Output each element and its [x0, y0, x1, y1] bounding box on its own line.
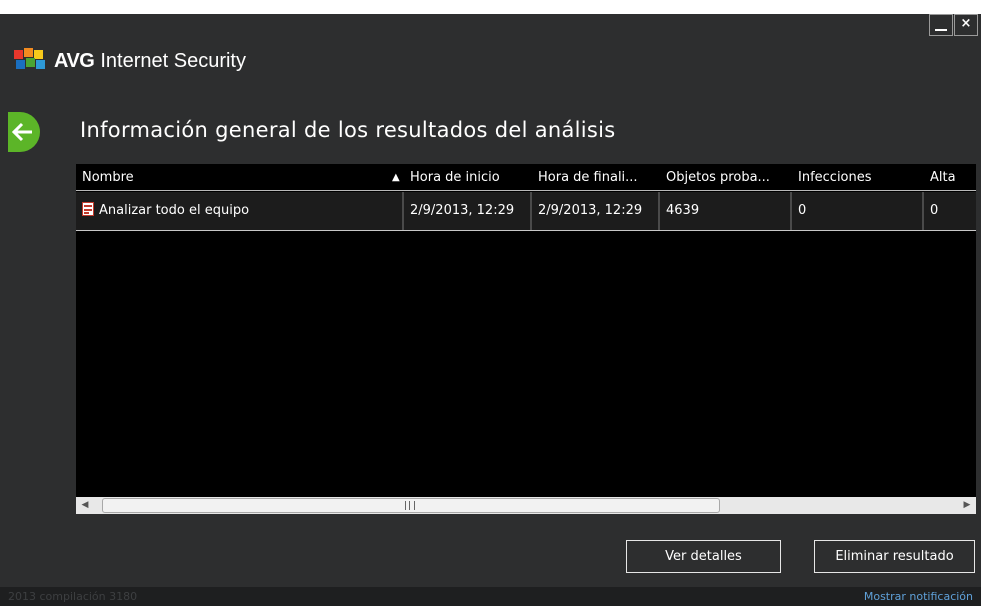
back-arrow-icon: [12, 122, 32, 142]
minimize-icon: [935, 29, 947, 31]
cell-name: Analizar todo el equipo: [76, 192, 404, 230]
minimize-button[interactable]: [929, 14, 953, 36]
sort-ascending-icon: ▲: [392, 172, 400, 183]
build-info: 2013 compilación 3180: [8, 590, 138, 603]
view-details-button[interactable]: Ver detalles: [626, 540, 781, 573]
column-label: Nombre: [82, 170, 134, 185]
back-button[interactable]: [8, 112, 40, 152]
avg-logo-icon: [14, 48, 45, 69]
table-row[interactable]: Analizar todo el equipo 2/9/2013, 12:29 …: [76, 192, 976, 231]
column-header-high[interactable]: Alta: [924, 164, 976, 191]
show-notification-link[interactable]: Mostrar notificación: [864, 587, 973, 606]
column-header-objects[interactable]: Objetos proba...: [660, 164, 792, 191]
column-header-start-time[interactable]: Hora de inicio: [404, 164, 532, 191]
scrollbar-thumb[interactable]: [102, 498, 720, 513]
close-icon: ×: [960, 16, 972, 31]
results-table: Nombre ▲ Hora de inicio Hora de finali..…: [76, 164, 976, 514]
page-title: Información general de los resultados de…: [80, 118, 616, 142]
cell-start-time: 2/9/2013, 12:29: [404, 192, 532, 230]
cell-end-time: 2/9/2013, 12:29: [532, 192, 660, 230]
scroll-right-icon[interactable]: ▶: [958, 497, 976, 514]
brand-name: AVG: [54, 49, 95, 72]
scan-report-icon: [82, 201, 94, 216]
app-window: × AVG Internet Security Información gene…: [0, 14, 981, 606]
column-header-infections[interactable]: Infecciones: [792, 164, 924, 191]
grip-icon: [405, 501, 415, 510]
column-header-end-time[interactable]: Hora de finali...: [532, 164, 660, 191]
scroll-left-icon[interactable]: ◀: [76, 497, 94, 514]
column-header-name[interactable]: Nombre ▲: [76, 164, 404, 191]
cell-objects: 4639: [660, 192, 792, 230]
scan-name: Analizar todo el equipo: [99, 203, 250, 218]
horizontal-scrollbar[interactable]: ◀ ▶: [76, 497, 976, 514]
delete-result-button[interactable]: Eliminar resultado: [814, 540, 975, 573]
table-header: Nombre ▲ Hora de inicio Hora de finali..…: [76, 164, 976, 191]
cell-high: 0: [930, 203, 939, 218]
status-bar: 2013 compilación 3180 Mostrar notificaci…: [0, 587, 981, 606]
product-name: Internet Security: [100, 49, 246, 72]
cell-infections: 0: [792, 192, 924, 230]
close-button[interactable]: ×: [954, 14, 978, 36]
app-logo: AVG Internet Security: [14, 48, 246, 74]
